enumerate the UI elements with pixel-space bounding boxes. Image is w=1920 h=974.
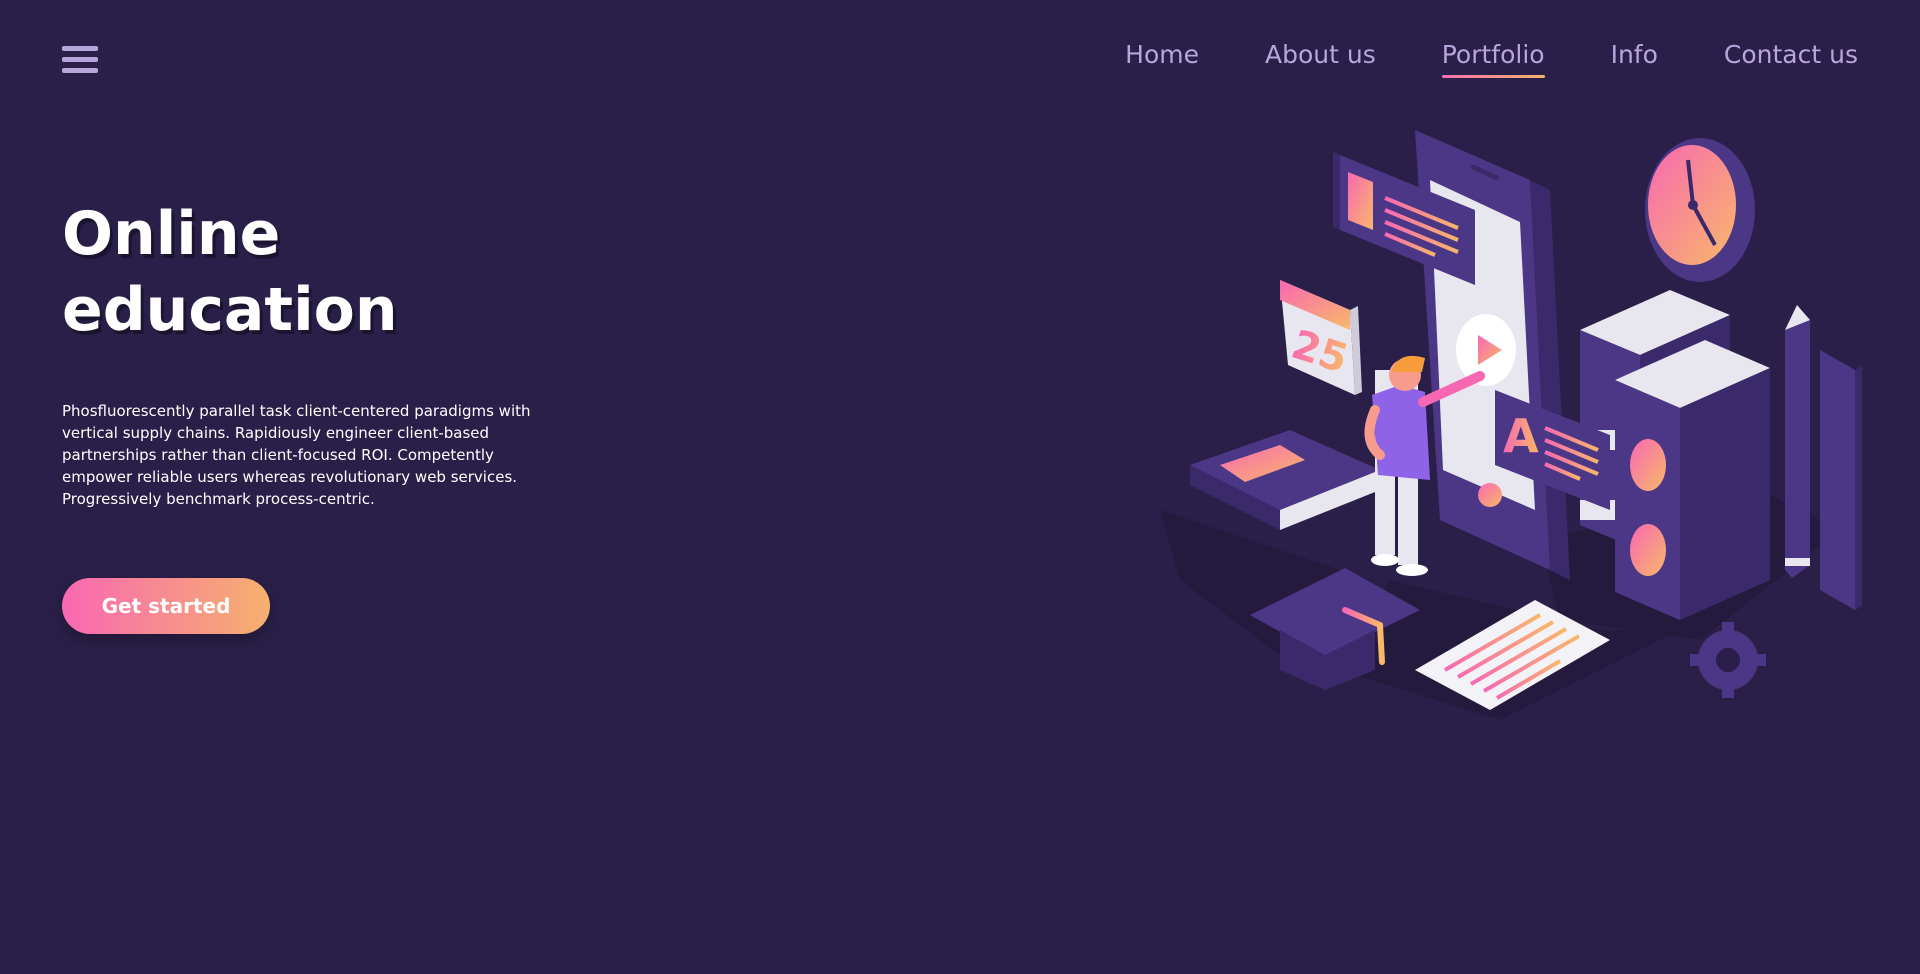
- ruler: [1820, 350, 1862, 610]
- hero-description: Phosfluorescently parallel task client-c…: [62, 402, 531, 508]
- hamburger-menu-icon[interactable]: [62, 46, 98, 78]
- landing-page: Home About us Portfolio Info Contact us …: [0, 0, 1920, 974]
- pencil: [1785, 305, 1810, 578]
- main-nav: Home About us Portfolio Info Contact us: [1125, 38, 1858, 78]
- nav-home[interactable]: Home: [1125, 38, 1199, 78]
- menu-bar: [62, 57, 98, 62]
- nav-contact-us[interactable]: Contact us: [1724, 38, 1858, 78]
- nav-portfolio[interactable]: Portfolio: [1441, 38, 1545, 78]
- clock: [1645, 138, 1755, 282]
- get-started-button[interactable]: Get started: [62, 578, 270, 634]
- nav-info[interactable]: Info: [1611, 38, 1658, 78]
- nav-about-us[interactable]: About us: [1265, 38, 1376, 78]
- letter-tag: A: [1503, 409, 1539, 463]
- menu-bar: [62, 46, 98, 51]
- hero-title: Online education: [62, 199, 398, 345]
- calendar: 25: [1280, 280, 1362, 395]
- book: [1190, 430, 1380, 530]
- menu-bar: [62, 68, 98, 73]
- phone-home-button: [1478, 483, 1502, 507]
- online-education-illustration: 25 A: [1160, 130, 1862, 720]
